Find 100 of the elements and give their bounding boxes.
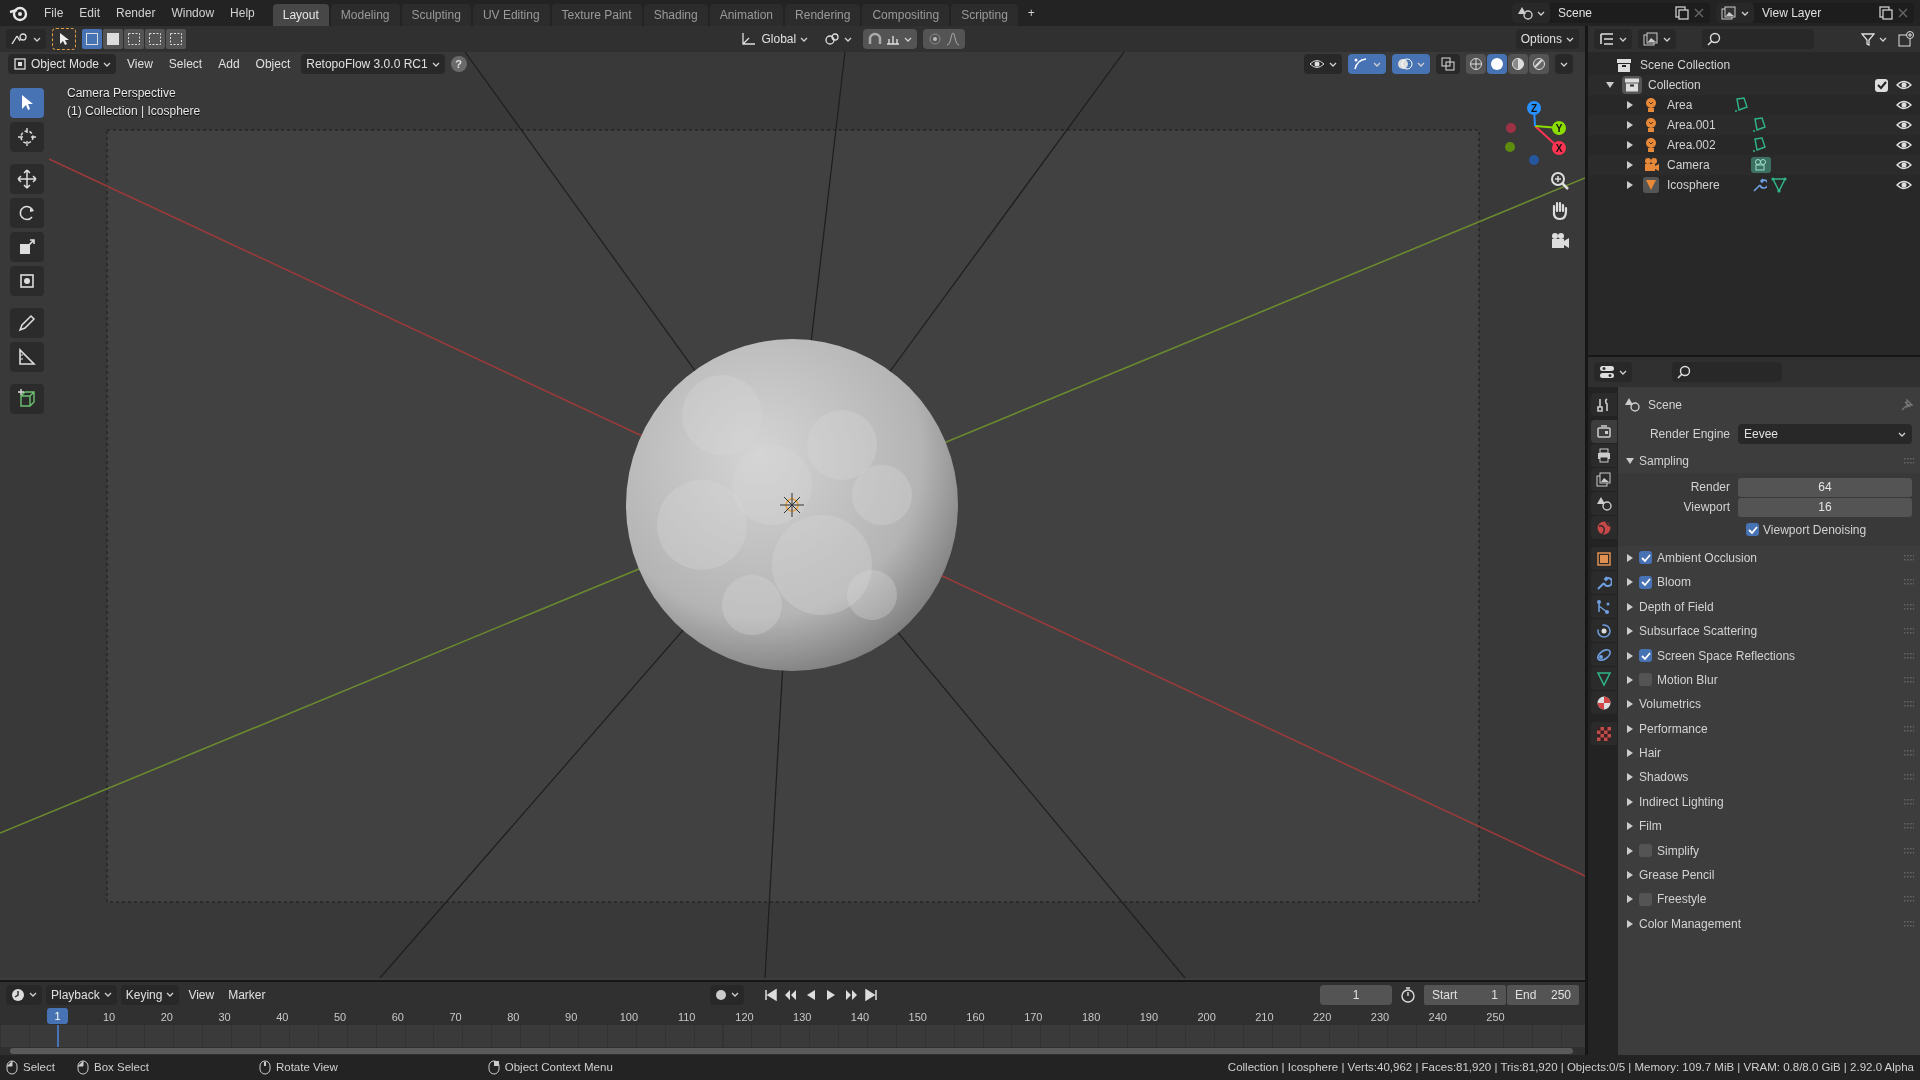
panel-header[interactable]: Screen Space Reflections bbox=[1657, 646, 1904, 665]
tool-button[interactable] bbox=[10, 308, 44, 338]
properties-tab[interactable] bbox=[1591, 393, 1617, 416]
outliner-item[interactable]: Camera bbox=[1667, 156, 1737, 174]
panel-header[interactable]: Simplify bbox=[1657, 841, 1904, 860]
select-tool-button[interactable] bbox=[52, 28, 76, 50]
menu-item[interactable]: View bbox=[183, 984, 220, 1005]
workspace-tab[interactable]: Scripting bbox=[951, 4, 1018, 26]
drag-handle-icon[interactable] bbox=[1904, 749, 1914, 758]
panel-header[interactable]: Performance bbox=[1639, 719, 1904, 738]
checkbox[interactable] bbox=[1639, 551, 1652, 565]
frame-range-field[interactable]: Start 1 bbox=[1424, 984, 1506, 1005]
checkbox[interactable] bbox=[1875, 78, 1888, 92]
expand-arrow-icon[interactable] bbox=[1626, 651, 1634, 660]
checkbox[interactable] bbox=[1639, 575, 1652, 589]
panel-header[interactable]: Depth of Field bbox=[1639, 597, 1904, 616]
eye-icon[interactable] bbox=[1896, 179, 1912, 191]
new-collection-icon[interactable] bbox=[1898, 31, 1914, 47]
expand-arrow-icon[interactable] bbox=[1626, 141, 1634, 149]
tool-button[interactable] bbox=[10, 122, 44, 152]
properties-tab[interactable] bbox=[1591, 643, 1617, 666]
drag-handle-icon[interactable] bbox=[1904, 919, 1914, 928]
expand-arrow-icon[interactable] bbox=[1626, 846, 1634, 855]
drag-handle-icon[interactable] bbox=[1904, 457, 1914, 466]
playhead-marker[interactable]: 1 bbox=[47, 1008, 68, 1024]
menu-item[interactable]: Object bbox=[250, 54, 296, 74]
panel-header[interactable]: Volumetrics bbox=[1639, 695, 1904, 714]
menu-item[interactable]: Add bbox=[213, 54, 245, 74]
editor-type-button[interactable] bbox=[6, 29, 46, 49]
drag-handle-icon[interactable] bbox=[1904, 602, 1914, 611]
workspace-tab[interactable]: Sculpting bbox=[401, 4, 471, 26]
menu-item[interactable]: Window bbox=[163, 0, 223, 26]
drag-handle-icon[interactable] bbox=[1904, 553, 1914, 562]
selection-mode-button[interactable] bbox=[124, 29, 144, 49]
eye-icon[interactable] bbox=[1896, 99, 1912, 111]
tool-button[interactable] bbox=[10, 232, 44, 262]
eye-icon[interactable] bbox=[1896, 119, 1912, 131]
expand-arrow-icon[interactable] bbox=[1626, 101, 1634, 109]
proportional-button[interactable] bbox=[923, 29, 966, 49]
expand-arrow-icon[interactable] bbox=[1626, 161, 1634, 169]
tool-button[interactable] bbox=[10, 88, 44, 118]
drag-handle-icon[interactable] bbox=[1904, 675, 1914, 684]
outliner-item[interactable]: Area.002 bbox=[1667, 136, 1737, 154]
menu-item[interactable]: Edit bbox=[71, 0, 109, 26]
render-engine-dropdown[interactable]: Eevee bbox=[1738, 424, 1912, 444]
shading-options-button[interactable] bbox=[1555, 54, 1573, 74]
xray-button[interactable] bbox=[1436, 54, 1460, 74]
expand-arrow-icon[interactable] bbox=[1626, 724, 1634, 733]
expand-arrow-icon[interactable] bbox=[1626, 627, 1634, 636]
options-dropdown[interactable]: Options bbox=[1515, 29, 1579, 49]
copy-icon[interactable] bbox=[1877, 6, 1893, 20]
expand-arrow-icon[interactable] bbox=[1626, 457, 1634, 466]
workspace-tab[interactable]: Layout bbox=[272, 4, 329, 26]
shading-button[interactable] bbox=[1529, 54, 1549, 74]
panel-header[interactable]: Grease Pencil bbox=[1639, 866, 1904, 885]
panel-header[interactable]: Motion Blur bbox=[1657, 670, 1904, 689]
panel-header[interactable]: Bloom bbox=[1657, 573, 1904, 592]
stopwatch-icon[interactable] bbox=[1400, 986, 1416, 1003]
workspace-tab[interactable]: Compositing bbox=[862, 4, 950, 26]
workspace-tab[interactable]: Animation bbox=[709, 4, 784, 26]
record-button[interactable] bbox=[710, 984, 745, 1005]
shading-button[interactable] bbox=[1466, 54, 1486, 74]
panel-header[interactable]: Freestyle bbox=[1657, 890, 1904, 909]
properties-tab[interactable] bbox=[1591, 619, 1617, 642]
expand-arrow-icon[interactable] bbox=[1626, 602, 1634, 611]
eye-icon[interactable] bbox=[1896, 79, 1912, 91]
properties-tab[interactable] bbox=[1591, 595, 1617, 618]
gizmo-button[interactable] bbox=[1348, 54, 1386, 74]
expand-arrow-icon[interactable] bbox=[1626, 919, 1634, 928]
drag-handle-icon[interactable] bbox=[1904, 871, 1914, 880]
expand-arrow-icon[interactable] bbox=[1606, 81, 1614, 89]
pin-icon[interactable] bbox=[1900, 398, 1914, 412]
tool-button[interactable] bbox=[10, 384, 44, 414]
drag-handle-icon[interactable] bbox=[1904, 651, 1914, 660]
panel-header[interactable]: Sampling bbox=[1639, 452, 1904, 471]
panel-header[interactable]: Color Management bbox=[1639, 914, 1904, 933]
drag-handle-icon[interactable] bbox=[1904, 822, 1914, 831]
search-field[interactable] bbox=[1672, 362, 1782, 382]
expand-arrow-icon[interactable] bbox=[1626, 578, 1634, 587]
close-icon[interactable] bbox=[1692, 6, 1706, 20]
selector-button[interactable] bbox=[1512, 3, 1550, 23]
properties-tab[interactable] bbox=[1591, 420, 1617, 443]
close-icon[interactable] bbox=[1896, 6, 1910, 20]
expand-arrow-icon[interactable] bbox=[1626, 871, 1634, 880]
logo-icon[interactable] bbox=[8, 4, 30, 22]
properties-tab[interactable] bbox=[1591, 571, 1617, 594]
workspace-tab[interactable]: Modeling bbox=[330, 4, 400, 26]
expand-arrow-icon[interactable] bbox=[1626, 773, 1634, 782]
frame-field[interactable]: 1 bbox=[1320, 984, 1392, 1005]
outliner-item[interactable]: Collection bbox=[1648, 76, 1875, 94]
selection-mode-button[interactable] bbox=[103, 29, 123, 49]
properties-tab[interactable] bbox=[1591, 667, 1617, 690]
drag-handle-icon[interactable] bbox=[1904, 797, 1914, 806]
orientation-dropdown[interactable]: Global bbox=[736, 29, 814, 49]
checkbox[interactable] bbox=[1639, 649, 1652, 663]
expand-arrow-icon[interactable] bbox=[1626, 895, 1634, 904]
expand-arrow-icon[interactable] bbox=[1626, 797, 1634, 806]
axis-handle[interactable] bbox=[1529, 155, 1539, 165]
drag-handle-icon[interactable] bbox=[1904, 700, 1914, 709]
tool-button[interactable] bbox=[10, 164, 44, 194]
